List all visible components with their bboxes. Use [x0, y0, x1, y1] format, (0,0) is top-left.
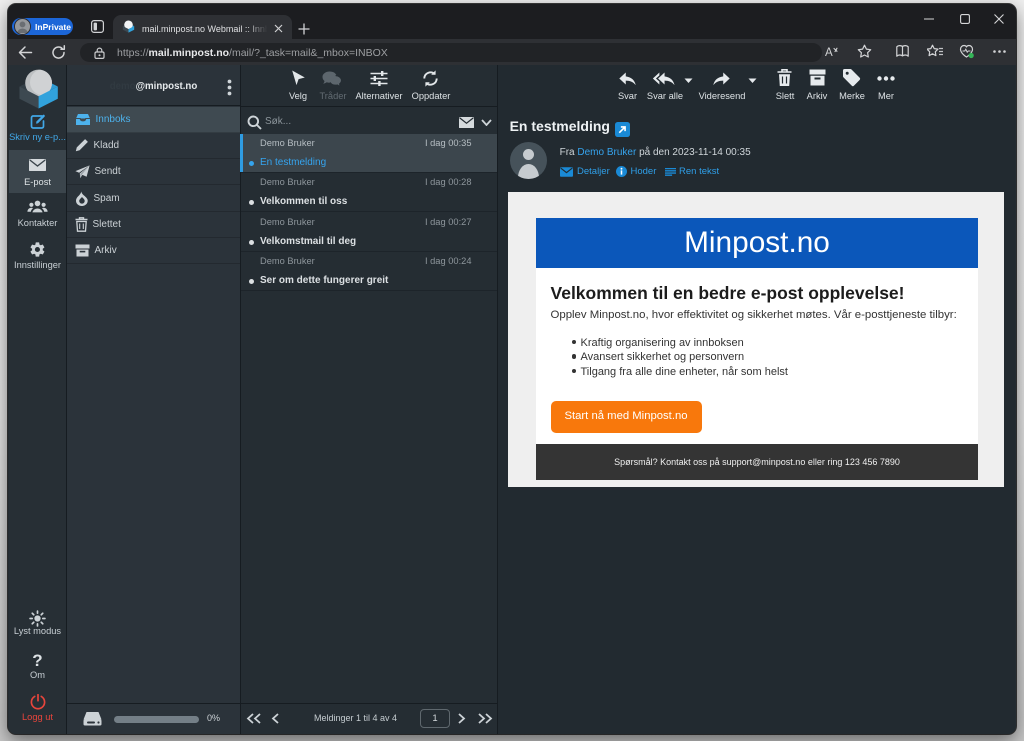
svg-text:A: A [825, 47, 833, 59]
